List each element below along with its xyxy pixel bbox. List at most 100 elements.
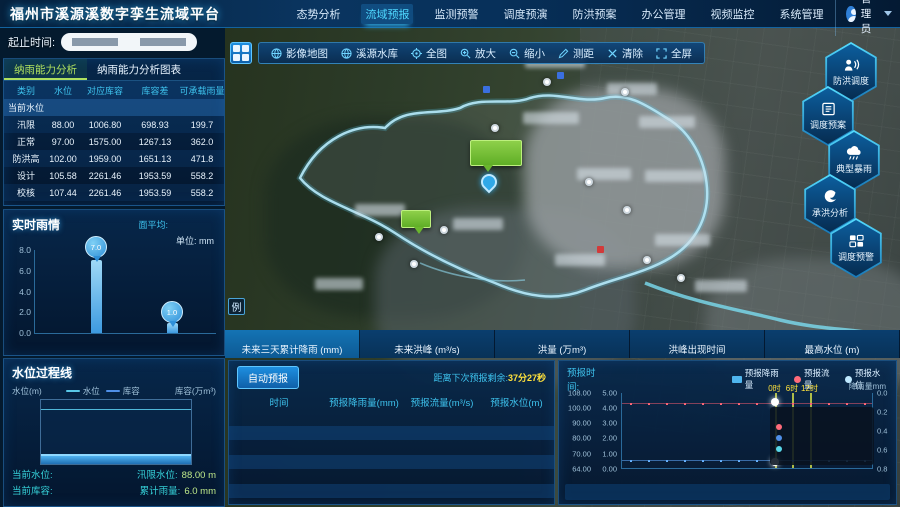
rain-unit-label: 单位: mm <box>176 234 214 247</box>
table-row[interactable]: 汛限88.001006.80698.93199.7 <box>4 116 224 133</box>
tool-fullscreen[interactable]: 全屏 <box>656 46 692 61</box>
station-marker[interactable] <box>543 78 551 86</box>
rain-capacity-panel: 纳雨能力分析 纳雨能力分析图表 类别水位对应库容库容差可承载雨量 当前水位 汛限… <box>3 58 225 206</box>
blurred-map-label <box>695 280 747 292</box>
grid-modules-icon <box>849 234 864 248</box>
nav-situation-analysis[interactable]: 态势分析 <box>292 4 344 24</box>
station-marker[interactable] <box>623 206 631 214</box>
main-nav: 态势分析 流域预报 监测预警 调度预演 防洪预案 办公管理 视频监控 系统管理 <box>292 4 827 24</box>
nav-flood-plan[interactable]: 防洪预案 <box>568 4 620 24</box>
table-row[interactable] <box>229 455 554 470</box>
layers-grid-button[interactable] <box>230 42 252 64</box>
stat-future-peak[interactable]: 未来洪峰 (m³/s) <box>360 330 495 358</box>
user-menu[interactable]: 管理员 <box>835 0 892 36</box>
tool-zoom-in[interactable]: 放大 <box>460 46 496 61</box>
avatar <box>846 6 855 22</box>
station-marker[interactable] <box>677 274 685 282</box>
zoom-in-icon <box>460 48 471 59</box>
rain-balloon-value: 7.0 <box>85 236 107 258</box>
blurred-map-label <box>577 168 631 180</box>
page-title: 福州市溪源溪数字孪生流域平台 <box>10 4 220 24</box>
station-marker[interactable] <box>643 256 651 264</box>
fullscreen-icon <box>656 48 667 59</box>
nav-system-mgmt[interactable]: 系统管理 <box>775 4 827 24</box>
tool-measure[interactable]: 测距 <box>558 46 594 61</box>
table-row[interactable] <box>229 411 554 426</box>
auto-forecast-button[interactable]: 自动预报 <box>237 366 299 389</box>
blue-marker[interactable] <box>483 86 490 93</box>
map-legend-button[interactable]: 例 <box>228 298 245 315</box>
stat-peak-time[interactable]: 洪峰出现时间 <box>630 330 765 358</box>
blurred-axis-tick <box>12 457 34 464</box>
tool-xiyuan-reservoir[interactable]: 溪源水库 <box>341 46 398 61</box>
chart-summary-strip <box>565 484 890 500</box>
blurred-map-label <box>453 218 503 230</box>
blue-marker[interactable] <box>557 72 564 79</box>
tool-clear[interactable]: 清除 <box>607 46 643 61</box>
table-row[interactable] <box>229 498 554 507</box>
level-summary: 当前水位: 汛限水位:88.00 m 当前库容: 累计雨量:6.0 mm <box>12 468 216 500</box>
level-chart-legend: 水位(m) 水位 库容 库容(万m³) <box>4 382 224 397</box>
level-series-line <box>41 409 191 410</box>
stat-max-level[interactable]: 最高水位 (m) <box>765 330 900 358</box>
station-marker[interactable] <box>410 260 418 268</box>
blurred-header-text <box>248 8 292 19</box>
tool-imagery-map[interactable]: 影像地图 <box>271 46 328 61</box>
forecast-line-chart[interactable]: 0时 6时 12时 <box>621 393 873 469</box>
station-marker[interactable] <box>621 88 629 96</box>
wave-icon <box>822 190 838 204</box>
blurred-axis-tick <box>12 421 34 428</box>
tab-capacity-chart[interactable]: 纳雨能力分析图表 <box>87 59 191 80</box>
blurred-map-label <box>645 170 705 182</box>
map-tools-pill: 影像地图 溪源水库 全图 放大 缩小 测距 清除 全屏 <box>258 42 705 64</box>
blurred-map-label <box>555 254 605 266</box>
table-row[interactable]: 防洪高102.001959.001651.13471.8 <box>4 150 224 167</box>
green-alert-callout[interactable] <box>470 140 522 166</box>
nav-basin-forecast[interactable]: 流域预报 <box>361 4 413 24</box>
auto-forecast-panel: 自动预报 距离下次预报剩余:37分27秒 时间 预报降雨量(mm) 预报流量(m… <box>228 360 555 505</box>
blurred-axis-tick <box>196 457 218 464</box>
station-marker[interactable] <box>440 226 448 234</box>
blurred-map-label <box>355 204 405 216</box>
station-marker[interactable] <box>491 124 499 132</box>
table-row[interactable] <box>229 440 554 455</box>
forecast-countdown: 距离下次预报剩余:37分27秒 <box>433 371 546 384</box>
tool-full-extent[interactable]: 全图 <box>411 46 447 61</box>
blurred-map-label <box>523 112 579 124</box>
station-marker[interactable] <box>375 233 383 241</box>
rain-balloon-value: 1.0 <box>161 301 183 323</box>
nav-monitor-warning[interactable]: 监测预警 <box>430 4 482 24</box>
zoom-out-icon <box>509 48 520 59</box>
nav-video-monitor[interactable]: 视频监控 <box>706 4 758 24</box>
blurred-forecast-time <box>611 375 728 383</box>
rain-panel-title: 实时雨情 <box>12 216 60 233</box>
rain-bar[interactable] <box>91 260 102 333</box>
globe-icon <box>341 48 352 59</box>
table-row-current[interactable]: 当前水位 <box>4 99 224 116</box>
stat-flood-volume[interactable]: 洪量 (万m³) <box>495 330 630 358</box>
flow-legend-dot <box>794 376 801 383</box>
globe-icon <box>271 48 282 59</box>
plan-document-icon <box>821 102 836 116</box>
stat-rain-3day[interactable]: 未来三天累计降雨 (mm) <box>225 330 360 358</box>
green-alert-callout[interactable] <box>401 210 431 228</box>
capacity-tabs: 纳雨能力分析 纳雨能力分析图表 <box>4 59 224 81</box>
table-row[interactable]: 校核107.442261.461953.59558.2 <box>4 184 224 201</box>
table-row[interactable]: 设计105.582261.461953.59558.2 <box>4 167 224 184</box>
nav-office-mgmt[interactable]: 办公管理 <box>637 4 689 24</box>
time-range-input[interactable] <box>61 33 197 51</box>
table-row[interactable]: 正常97.001575.001267.13362.0 <box>4 133 224 150</box>
tool-zoom-out[interactable]: 缩小 <box>509 46 545 61</box>
pencil-icon <box>558 48 569 59</box>
table-row[interactable] <box>229 484 554 499</box>
nav-dispatch-rehearsal[interactable]: 调度预演 <box>499 4 551 24</box>
table-row[interactable] <box>229 426 554 441</box>
blurred-axis-tick <box>196 403 218 410</box>
tab-capacity-analysis[interactable]: 纳雨能力分析 <box>4 59 87 80</box>
forecast-table-header: 时间 预报降雨量(mm) 预报流量(m³/s) 预报水位(m) <box>229 392 554 411</box>
announcer-icon <box>843 58 860 72</box>
blurred-map-label <box>655 234 710 246</box>
station-marker[interactable] <box>585 178 593 186</box>
table-row[interactable] <box>229 469 554 484</box>
red-marker[interactable] <box>597 246 604 253</box>
